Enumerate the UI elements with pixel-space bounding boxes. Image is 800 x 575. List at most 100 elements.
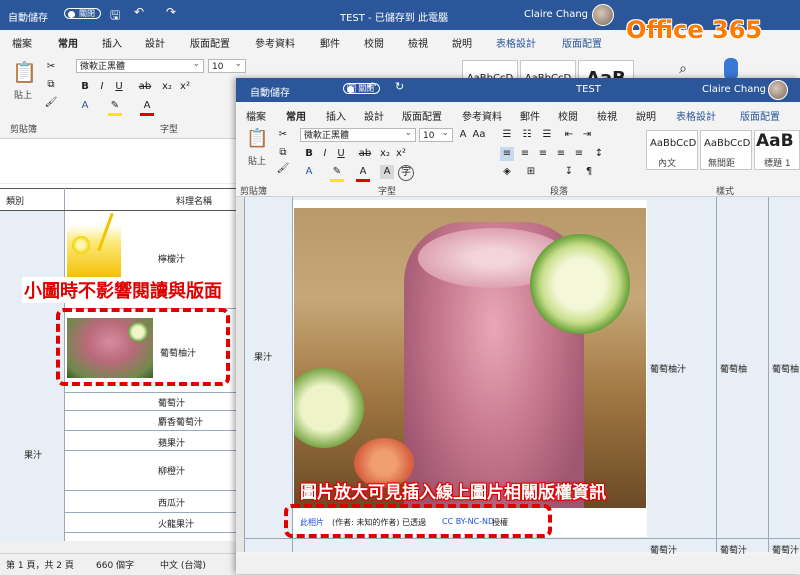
annotation-small-image-box [56, 308, 230, 386]
back-tab-table-design[interactable]: 表格設計 [496, 35, 536, 50]
back-row-line-8 [64, 532, 236, 533]
front-category-cell: 果汁 [254, 353, 273, 363]
front-font-size-combo[interactable]: 10 [419, 126, 453, 142]
back-font-color-button[interactable]: A [140, 99, 154, 116]
back-superscript-button[interactable]: x² [178, 80, 192, 94]
back-row-apple: 蘋果汁 [158, 439, 186, 449]
back-bold-button[interactable]: B [78, 80, 92, 94]
back-row-orange: 柳橙汁 [158, 467, 186, 477]
front-decrease-indent-button[interactable]: ⇤ [562, 128, 576, 142]
back-format-painter-icon[interactable]: 🖌 [44, 96, 58, 110]
front-align-left-button[interactable]: ≡ [500, 147, 514, 161]
front-grow-font-button[interactable]: A [456, 128, 470, 142]
front-text-effect-button[interactable]: A [302, 165, 316, 179]
back-tab-references[interactable]: 參考資料 [255, 35, 295, 50]
back-subscript-button[interactable]: x₂ [160, 80, 174, 94]
back-tab-review[interactable]: 校閱 [364, 35, 384, 50]
back-tab-insert[interactable]: 插入 [102, 35, 122, 50]
front-highlight-button[interactable]: ✎ [330, 165, 344, 182]
front-subscript-button[interactable]: x₂ [378, 147, 392, 161]
front-horizontal-scrollbar[interactable] [236, 556, 800, 574]
front-cut-icon[interactable]: ✂ [276, 128, 290, 142]
front-window-title: TEST [576, 84, 601, 95]
back-search-icon[interactable]: ⌕ [676, 62, 690, 76]
front-tab-table-design[interactable]: 表格設計 [676, 108, 716, 123]
front-tab-help[interactable]: 說明 [636, 108, 656, 123]
front-redo-icon[interactable]: ↻ [395, 80, 404, 93]
front-align-right-button[interactable]: ≡ [536, 147, 550, 161]
front-bold-button[interactable]: B [302, 147, 316, 161]
front-shading-button[interactable]: ◈ [500, 165, 514, 179]
front-undo-icon[interactable]: ↶ [367, 80, 376, 93]
front-multilevel-button[interactable]: ☰ [540, 128, 554, 142]
front-tab-table-layout[interactable]: 版面配置 [740, 108, 780, 123]
undo-icon[interactable]: ↶ [134, 5, 144, 19]
front-font-name-combo[interactable]: 微軟正黑體 [300, 126, 416, 142]
front-char-shade-button[interactable]: A [380, 165, 394, 179]
back-cut-icon[interactable]: ✂ [44, 60, 58, 74]
front-tab-review[interactable]: 校閱 [558, 108, 578, 123]
front-italic-button[interactable]: I [318, 147, 332, 161]
front-increase-indent-button[interactable]: ⇥ [580, 128, 594, 142]
front-underline-button[interactable]: U [334, 147, 348, 161]
back-italic-button[interactable]: I [95, 80, 109, 94]
back-tab-table-layout[interactable]: 版面配置 [562, 35, 602, 50]
front-avatar[interactable] [768, 80, 788, 100]
front-align-center-button[interactable]: ≡ [518, 147, 532, 161]
back-paste-icon[interactable]: 📋 [12, 60, 37, 84]
front-paste-label[interactable]: 貼上 [248, 154, 266, 167]
back-highlight-button[interactable]: ✎ [108, 99, 122, 116]
back-status-words: 660 個字 [96, 561, 135, 571]
save-icon[interactable]: 🖫 [110, 6, 120, 27]
front-tab-view[interactable]: 檢視 [597, 108, 617, 123]
back-clear-format-button[interactable]: A [78, 99, 92, 113]
back-row-line-4 [64, 430, 236, 431]
back-tab-help[interactable]: 說明 [452, 35, 472, 50]
front-tab-mailings[interactable]: 郵件 [520, 108, 540, 123]
back-tab-view[interactable]: 檢視 [408, 35, 428, 50]
grapefruit-juice-image[interactable] [294, 208, 646, 508]
front-line-spacing-button[interactable]: ↕ [592, 147, 606, 161]
front-tab-references[interactable]: 參考資料 [462, 108, 502, 123]
front-tab-insert[interactable]: 插入 [326, 108, 346, 123]
front-tab-file[interactable]: 檔案 [246, 108, 266, 123]
front-sort-button[interactable]: ↧ [562, 165, 576, 179]
front-bullets-button[interactable]: ☰ [500, 128, 514, 142]
back-copy-icon[interactable]: ⧉ [44, 78, 58, 92]
back-window-title: TEST - 已儲存到 此電腦 [340, 13, 449, 24]
back-font-name-combo[interactable]: 微軟正黑體 [76, 57, 204, 73]
back-tab-design[interactable]: 設計 [145, 35, 165, 50]
back-dictate-icon[interactable] [724, 58, 738, 80]
back-tab-layout[interactable]: 版面配置 [190, 35, 230, 50]
front-tab-layout[interactable]: 版面配置 [402, 108, 442, 123]
front-justify-button[interactable]: ≡ [554, 147, 568, 161]
front-format-painter-icon[interactable]: 🖌 [276, 162, 290, 176]
front-superscript-button[interactable]: x² [394, 147, 408, 161]
front-copy-icon[interactable]: ⧉ [276, 146, 290, 160]
front-case-button[interactable]: Aa [472, 128, 486, 142]
back-tab-file[interactable]: 檔案 [12, 35, 32, 50]
front-tab-design[interactable]: 設計 [364, 108, 384, 123]
front-borders-button[interactable]: ⊞ [524, 165, 538, 179]
front-style-heading-preview: AaB [756, 131, 794, 151]
front-save-icon[interactable]: 🖫 [347, 80, 356, 99]
front-group-clipboard: 剪貼簿 [240, 187, 268, 197]
back-tab-mailings[interactable]: 郵件 [320, 35, 340, 50]
redo-icon[interactable]: ↷ [166, 5, 176, 19]
back-font-size-combo[interactable]: 10 [208, 57, 246, 73]
front-table-col-2 [716, 197, 717, 552]
front-strike-button[interactable]: ab [358, 147, 372, 161]
back-underline-button[interactable]: U [112, 80, 126, 94]
front-numbering-button[interactable]: ☷ [520, 128, 534, 142]
front-enclose-button[interactable]: 字 [398, 165, 414, 181]
front-distribute-button[interactable]: ≡ [572, 147, 586, 161]
back-user-name: Claire Chang [524, 9, 589, 20]
back-horizontal-scrollbar[interactable] [0, 541, 236, 553]
back-paste-label[interactable]: 貼上 [14, 88, 32, 101]
back-strike-button[interactable]: ab [138, 80, 152, 94]
front-paste-icon[interactable]: 📋 [246, 128, 268, 149]
front-font-color-button[interactable]: A [356, 165, 370, 182]
front-show-marks-button[interactable]: ¶ [582, 165, 596, 179]
back-avatar[interactable] [592, 4, 614, 26]
back-autosave-toggle[interactable]: 關閉 [64, 8, 101, 19]
